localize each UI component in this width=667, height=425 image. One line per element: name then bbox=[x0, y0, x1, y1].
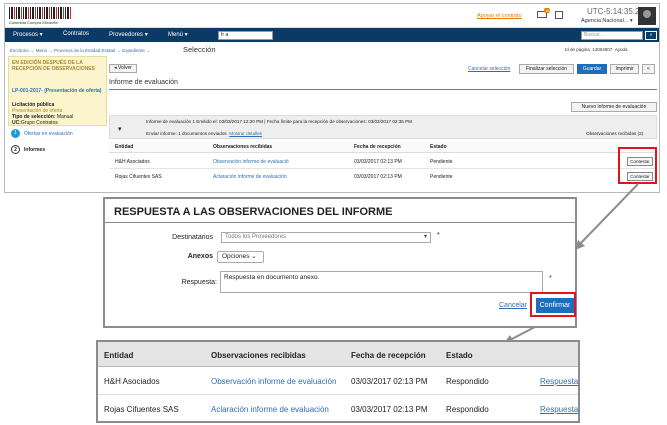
response-textarea[interactable]: Respuesta en documento anexo. bbox=[220, 271, 543, 293]
dialog-title: RESPUESTA A LAS OBSERVACIONES DEL INFORM… bbox=[114, 206, 393, 218]
row-entity: H&H Asociados bbox=[104, 377, 160, 386]
options-button-label: Opciones bbox=[222, 253, 250, 260]
recipients-value: Todos los Proveedores bbox=[225, 234, 287, 240]
callout-arrow-line bbox=[579, 183, 639, 245]
row-entity: Rojas Cifuentes SAS bbox=[104, 405, 179, 414]
attachments-label: Anexos bbox=[187, 253, 213, 260]
recipients-label: Destinatarios bbox=[172, 234, 213, 241]
table-row: Rojas Cifuentes SAS Aclaración informe d… bbox=[98, 395, 578, 422]
row-date: 03/03/2017 02:13 PM bbox=[351, 377, 428, 386]
required-mark: * bbox=[437, 232, 440, 239]
table-row: H&H Asociados Observación informe de eva… bbox=[98, 367, 578, 394]
row-status: Respondido bbox=[446, 405, 489, 414]
highlight-frame-confirm bbox=[530, 292, 576, 317]
chevron-down-icon: ⌄ bbox=[251, 253, 257, 260]
col-observaciones: Observaciones recibidas bbox=[211, 351, 306, 360]
chevron-down-icon: ▾ bbox=[423, 234, 427, 240]
response-label: Respuesta: bbox=[181, 279, 217, 286]
recipients-select[interactable]: Todos los Proveedores ▾ bbox=[221, 232, 431, 243]
options-button[interactable]: Opciones ⌄ bbox=[217, 251, 264, 263]
response-link[interactable]: Respuesta bbox=[540, 405, 578, 414]
row-observation-link[interactable]: Observación informe de evaluación bbox=[211, 377, 336, 386]
col-entidad: Entidad bbox=[104, 351, 134, 360]
result-table: Entidad Observaciones recibidas Fecha de… bbox=[96, 340, 580, 423]
cancel-button[interactable]: Cancelar bbox=[499, 302, 527, 309]
result-table-header: Entidad Observaciones recibidas Fecha de… bbox=[98, 342, 578, 367]
response-dialog: RESPUESTA A LAS OBSERVACIONES DEL INFORM… bbox=[103, 197, 577, 328]
row-observation-link[interactable]: Aclaración informe de evaluación bbox=[211, 405, 329, 414]
required-mark: * bbox=[549, 275, 552, 282]
row-date: 03/03/2017 02:13 PM bbox=[351, 405, 428, 414]
col-estado: Estado bbox=[446, 351, 473, 360]
row-status: Respondido bbox=[446, 377, 489, 386]
response-link[interactable]: Respuesta bbox=[540, 377, 578, 386]
col-fecha: Fecha de recepción bbox=[351, 351, 426, 360]
dialog-divider bbox=[105, 222, 575, 223]
